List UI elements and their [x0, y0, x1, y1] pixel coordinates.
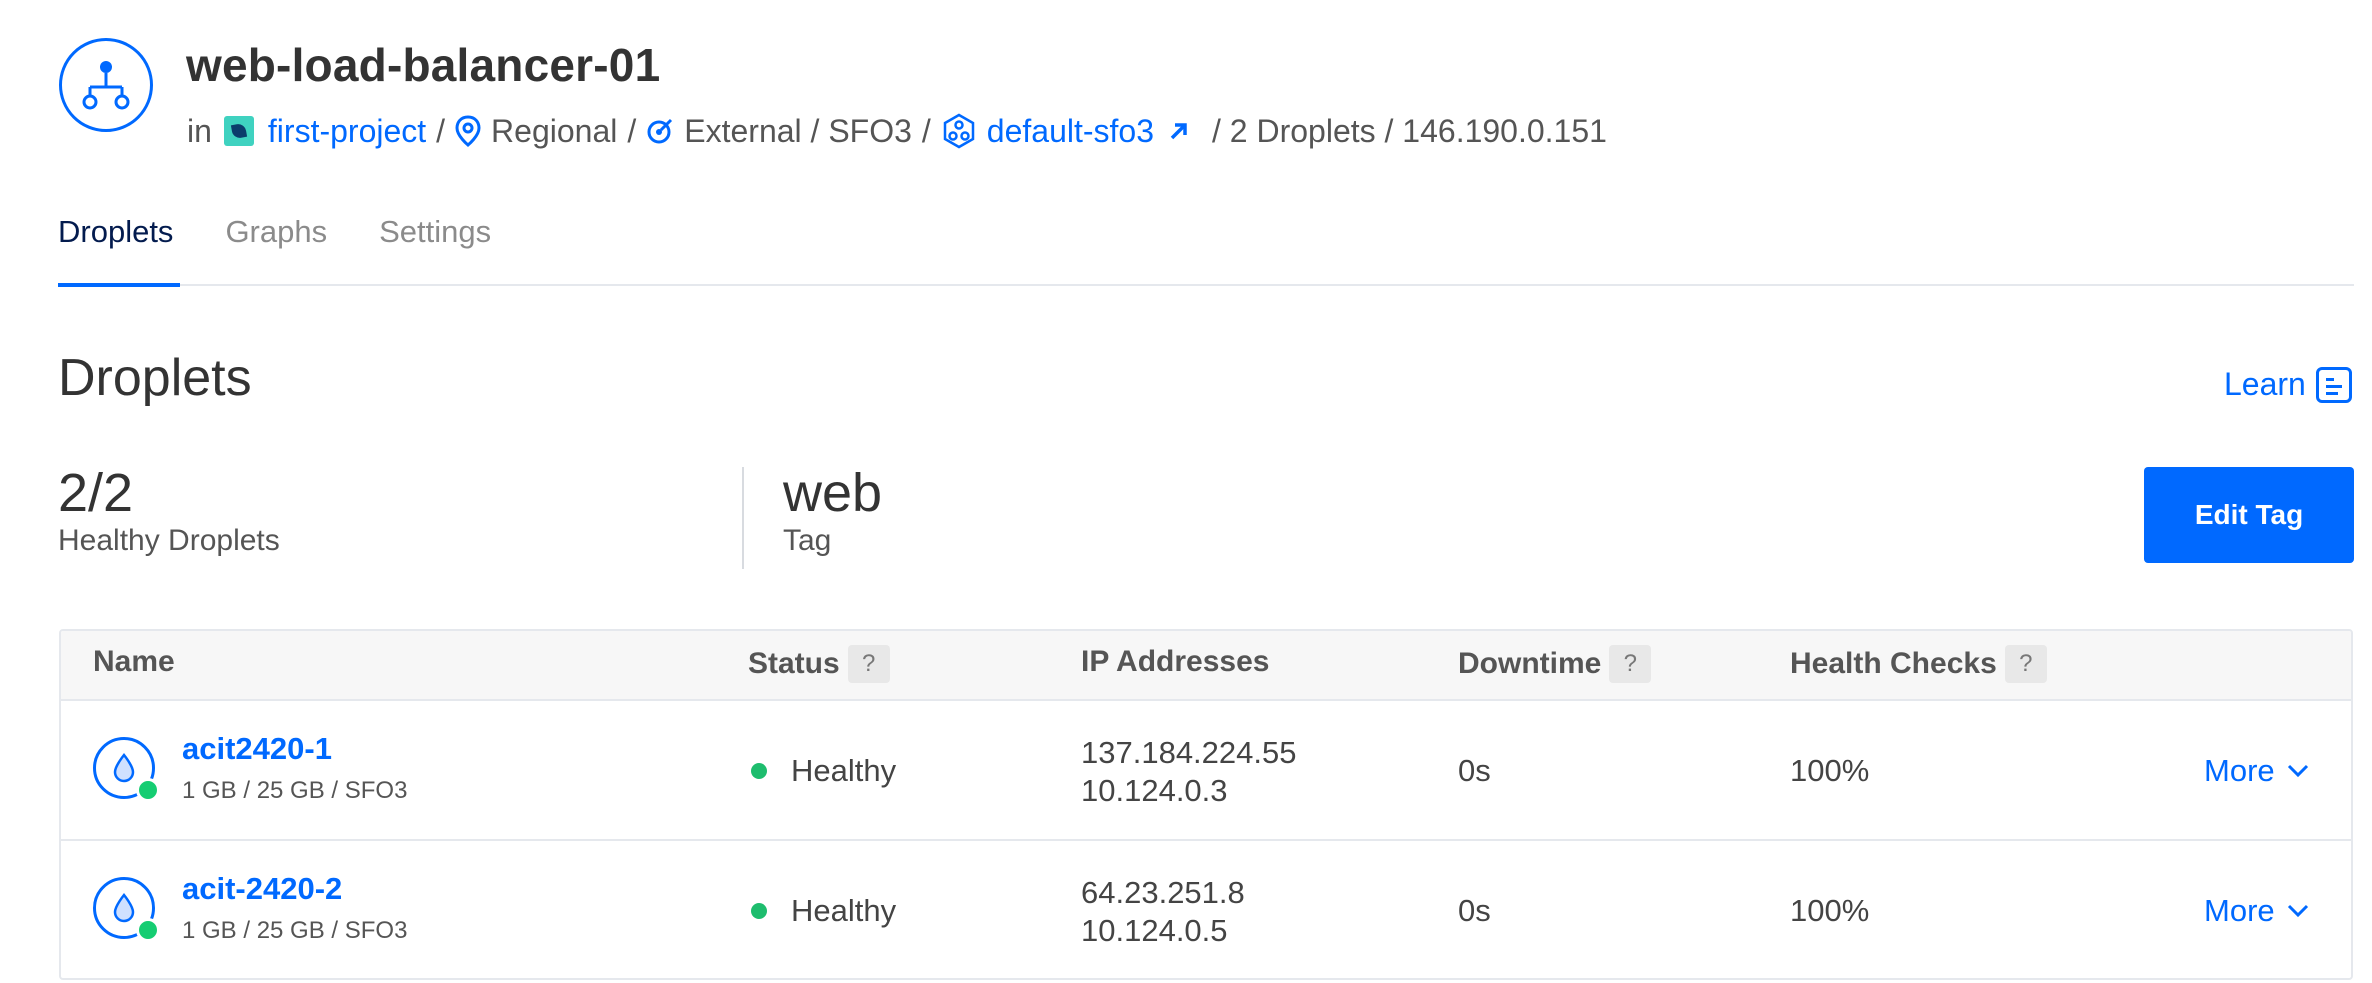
learn-label: Learn	[2224, 366, 2306, 402]
vpc-link[interactable]: default-sfo3	[987, 113, 1154, 150]
tag-value: web	[783, 463, 883, 523]
tag-label: Tag	[783, 524, 832, 557]
status-cell: Healthy	[751, 893, 896, 929]
load-balancer-icon	[59, 38, 153, 132]
health-checks-value: 100%	[1790, 893, 1870, 928]
healthy-dot	[751, 763, 767, 779]
health-checks-help-icon[interactable]: ?	[2004, 645, 2047, 683]
public-ip: 137.184.224.55	[1081, 735, 1297, 770]
table-row: acit2420-1 1 GB / 25 GB / SFO3 Healthy 1…	[61, 701, 2351, 841]
status-text: Healthy	[791, 893, 897, 928]
project-link[interactable]: first-project	[268, 113, 426, 150]
tab-settings[interactable]: Settings	[379, 214, 491, 250]
status-cell: Healthy	[751, 753, 896, 789]
healthy-count: 2/2	[58, 463, 134, 523]
scope-label: Regional	[491, 112, 618, 149]
droplet-spec: 1 GB / 25 GB / SFO3	[182, 777, 408, 804]
more-menu-button[interactable]: More	[2204, 753, 2309, 789]
more-menu-button[interactable]: More	[2204, 893, 2309, 929]
separator: /	[921, 112, 931, 149]
separator: /	[627, 112, 637, 149]
droplet-spec: 1 GB / 25 GB / SFO3	[182, 917, 408, 944]
separator: /	[436, 112, 446, 149]
page-title: web-load-balancer-01	[186, 39, 661, 91]
health-checks-value: 100%	[1790, 753, 1870, 788]
downtime-help-icon[interactable]: ?	[1609, 645, 1652, 683]
public-ip: 64.23.251.8	[1081, 875, 1245, 910]
droplets-summary: / 2 Droplets / 146.190.0.151	[1212, 112, 1607, 149]
droplet-name-link[interactable]: acit-2420-2	[182, 871, 342, 907]
healthy-label: Healthy Droplets	[58, 524, 280, 557]
droplet-icon	[93, 737, 160, 802]
learn-link[interactable]: Learn	[2224, 366, 2352, 403]
private-ip: 10.124.0.5	[1081, 913, 1228, 948]
healthy-dot	[751, 903, 767, 919]
active-tab-indicator	[58, 283, 180, 287]
edit-tag-button[interactable]: Edit Tag	[2144, 467, 2354, 563]
project-icon	[223, 116, 254, 146]
vpc-icon	[941, 113, 977, 149]
tab-bar: Droplets Graphs Settings	[58, 214, 491, 250]
tab-droplets[interactable]: Droplets	[58, 214, 173, 250]
downtime-value: 0s	[1458, 753, 1491, 788]
private-ip: 10.124.0.3	[1081, 773, 1228, 808]
status-help-icon[interactable]: ?	[847, 645, 890, 683]
droplet-icon	[93, 877, 160, 942]
section-title: Droplets	[58, 349, 252, 407]
network-label: External / SFO3	[684, 112, 912, 149]
table-header: Name Status ? IP Addresses Downtime ? He…	[61, 631, 2351, 701]
tab-divider	[58, 284, 2354, 286]
external-link-arrow-icon[interactable]	[1168, 120, 1190, 142]
col-health-checks: Health Checks ?	[1790, 645, 2047, 683]
tab-graphs[interactable]: Graphs	[225, 214, 327, 250]
resource-meta: in first-project / Regional / External /…	[187, 108, 1607, 154]
downtime-value: 0s	[1458, 893, 1491, 928]
healthy-droplets-stat: 2/2 Healthy Droplets	[58, 462, 280, 558]
online-indicator	[136, 778, 160, 802]
external-network-icon	[646, 117, 674, 145]
col-downtime: Downtime ?	[1458, 645, 1652, 683]
table-row: acit-2420-2 1 GB / 25 GB / SFO3 Healthy …	[61, 841, 2351, 978]
in-label: in	[187, 112, 212, 149]
status-text: Healthy	[791, 753, 897, 788]
droplets-table: Name Status ? IP Addresses Downtime ? He…	[59, 629, 2353, 980]
tag-stat: web Tag	[783, 462, 882, 558]
stat-divider	[742, 467, 744, 569]
docs-icon	[2315, 366, 2352, 403]
col-ip: IP Addresses	[1081, 645, 1270, 678]
droplet-name-link[interactable]: acit2420-1	[182, 731, 332, 767]
chevron-down-icon	[2287, 764, 2308, 778]
location-pin-icon	[455, 115, 481, 147]
col-name: Name	[93, 645, 175, 678]
online-indicator	[136, 918, 160, 942]
col-status: Status ?	[748, 645, 890, 683]
chevron-down-icon	[2287, 904, 2308, 918]
